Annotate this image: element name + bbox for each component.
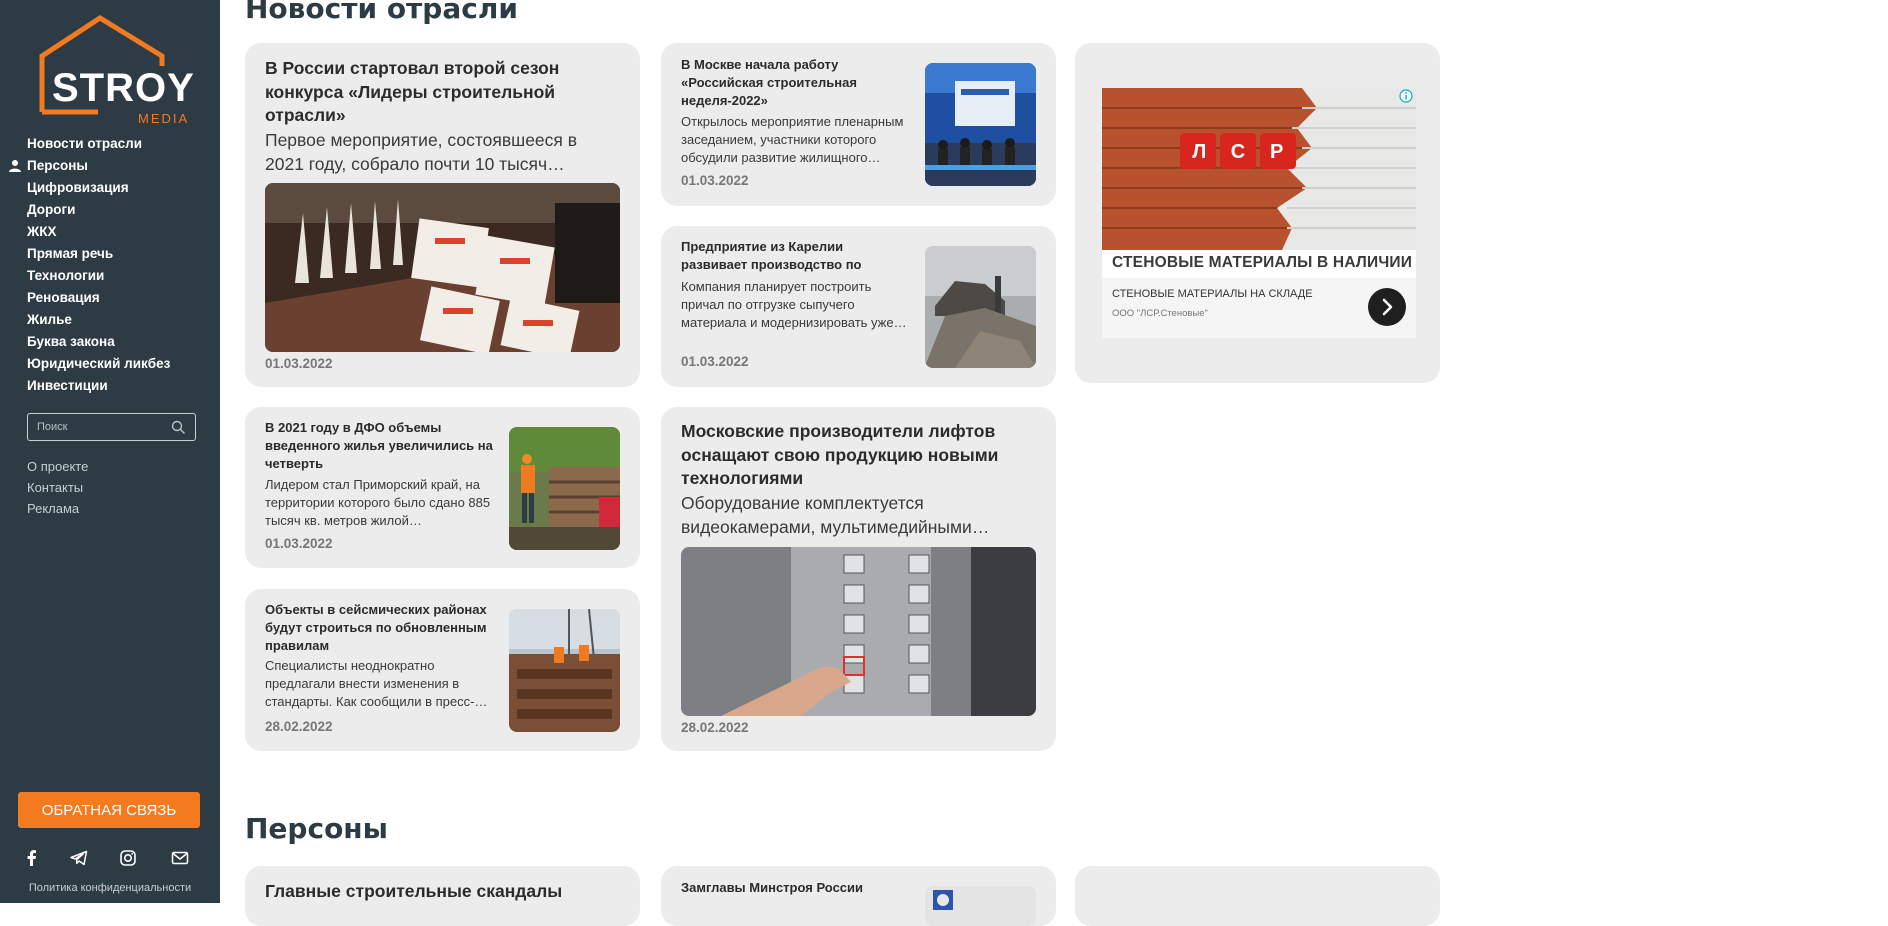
news-card[interactable]: В России стартовал второй сезон конкурса… bbox=[245, 43, 640, 387]
feedback-button[interactable]: ОБРАТНАЯ СВЯЗЬ bbox=[18, 792, 200, 828]
news-card-date: 28.02.2022 bbox=[265, 719, 333, 734]
ad-info-icon[interactable] bbox=[1399, 89, 1413, 103]
foundation-works-photo bbox=[509, 609, 620, 732]
logo-wordmark: STROY bbox=[52, 66, 195, 110]
nav-item-persons-label: Персоны bbox=[27, 158, 88, 173]
news-card-date: 28.02.2022 bbox=[681, 720, 749, 735]
news-card-image[interactable] bbox=[509, 427, 620, 550]
person-card-image[interactable] bbox=[925, 886, 1036, 926]
news-card-image[interactable] bbox=[509, 609, 620, 732]
ad-block: ЛСР СТЕНОВЫЕ МАТЕРИАЛЫ В НАЛИЧИИ СТЕНОВЫ… bbox=[1075, 43, 1440, 383]
news-card[interactable]: Объекты в сейсмических районах будут стр… bbox=[245, 589, 640, 751]
mail-icon[interactable] bbox=[170, 848, 190, 868]
elevator-panel-photo bbox=[681, 547, 1036, 716]
link-about[interactable]: О проекте bbox=[27, 456, 88, 477]
nav-item-housing-utilities[interactable]: ЖКХ bbox=[27, 221, 170, 243]
gravel-plant-photo bbox=[925, 246, 1036, 368]
nav-item-persons[interactable]: Персоны bbox=[9, 155, 170, 177]
news-card-image[interactable] bbox=[925, 246, 1036, 368]
news-card-date: 01.03.2022 bbox=[265, 536, 333, 551]
news-card-title[interactable]: Московские производители лифтов оснащают… bbox=[681, 420, 1036, 492]
main-nav: Новости отрасли Персоны Цифровизация Дор… bbox=[9, 133, 170, 397]
news-card[interactable]: В 2021 году в ДФО объемы введенного жиль… bbox=[245, 407, 640, 568]
news-card-lead: Открылось мероприятие пленарным заседани… bbox=[681, 114, 904, 165]
person-card-title[interactable]: Замглавы Минстроя России bbox=[681, 879, 911, 915]
news-card[interactable]: Московские производители лифтов оснащают… bbox=[661, 407, 1056, 751]
privacy-link[interactable]: Политика конфиденциальности bbox=[0, 882, 220, 894]
person-card[interactable]: Главные строительные скандалы России. bbox=[245, 866, 640, 926]
news-card-lead: Специалисты неоднократно предлагали внес… bbox=[265, 658, 488, 709]
instagram-icon[interactable] bbox=[118, 848, 138, 868]
news-card[interactable]: Предприятие из Карелии развивает произво… bbox=[661, 226, 1056, 387]
sidebar: STROY MEDIA Новости отрасли Персоны Цифр… bbox=[0, 0, 220, 903]
news-card-title[interactable]: Объекты в сейсмических районах будут стр… bbox=[265, 601, 495, 656]
news-card-date: 01.03.2022 bbox=[681, 354, 749, 369]
telegram-icon[interactable] bbox=[69, 848, 89, 868]
ad-advertiser: ООО "ЛСР.Стеновые" bbox=[1112, 308, 1208, 319]
ad-headline[interactable]: СТЕНОВЫЕ МАТЕРИАЛЫ В НАЛИЧИИ bbox=[1112, 254, 1412, 272]
news-card-title[interactable]: В Москве начала работу «Российская строи… bbox=[681, 56, 911, 111]
ad-banner[interactable]: ЛСР СТЕНОВЫЕ МАТЕРИАЛЫ В НАЛИЧИИ СТЕНОВЫ… bbox=[1102, 88, 1416, 338]
ad-text[interactable]: СТЕНОВЫЕ МАТЕРИАЛЫ НА СКЛАДЕ bbox=[1112, 288, 1313, 300]
link-advertising[interactable]: Реклама bbox=[27, 498, 88, 519]
news-card-image[interactable] bbox=[925, 63, 1036, 186]
news-card-image[interactable] bbox=[681, 547, 1036, 716]
facebook-icon[interactable] bbox=[22, 848, 42, 868]
news-card-lead: Лидером стал Приморский край, на террито… bbox=[265, 477, 491, 528]
ad-image: ЛСР bbox=[1102, 88, 1416, 250]
news-card-lead: Компания планирует построить причал по о… bbox=[681, 279, 907, 330]
person-card[interactable]: Замглавы Минстроя России bbox=[661, 866, 1056, 926]
section-title-persons: Персоны bbox=[245, 812, 388, 845]
person-card-title[interactable]: Главные строительные скандалы России. bbox=[265, 880, 625, 904]
search-box bbox=[27, 413, 196, 441]
section-title-news: Новости отрасли bbox=[245, 0, 518, 25]
nav-item-legal-basics[interactable]: Юридический ликбез bbox=[27, 353, 170, 375]
nav-item-roads[interactable]: Дороги bbox=[27, 199, 170, 221]
chevron-right-icon bbox=[1382, 298, 1393, 316]
news-card-date: 01.03.2022 bbox=[681, 173, 749, 188]
nav-item-housing[interactable]: Жилье bbox=[27, 309, 170, 331]
nav-item-direct-speech[interactable]: Прямая речь bbox=[27, 243, 170, 265]
news-card[interactable]: В Москве начала работу «Российская строи… bbox=[661, 43, 1056, 206]
search-icon[interactable] bbox=[171, 420, 186, 435]
person-photo bbox=[925, 886, 1036, 926]
secondary-links: О проекте Контакты Реклама bbox=[27, 456, 88, 519]
site-logo[interactable]: STROY MEDIA bbox=[38, 14, 194, 125]
award-ceremony-photo bbox=[265, 183, 620, 352]
nav-item-letter-of-law[interactable]: Буква закона bbox=[27, 331, 170, 353]
news-card-image[interactable] bbox=[265, 183, 620, 352]
news-card-title[interactable]: Предприятие из Карелии развивает произво… bbox=[681, 238, 911, 276]
news-card-title[interactable]: В России стартовал второй сезон конкурса… bbox=[265, 57, 620, 129]
person-card[interactable] bbox=[1075, 866, 1440, 926]
news-card-date: 01.03.2022 bbox=[265, 356, 333, 371]
nav-item-news[interactable]: Новости отрасли bbox=[27, 133, 170, 155]
logo-subtitle: MEDIA bbox=[138, 111, 190, 126]
news-card-lead: Оборудование комплектуется видеокамерами… bbox=[681, 493, 990, 537]
search-input[interactable] bbox=[28, 414, 168, 440]
news-card-title[interactable]: В 2021 году в ДФО объемы введенного жиль… bbox=[265, 419, 495, 474]
news-card-lead: Первое мероприятие, состоявшееся в 2021 … bbox=[265, 130, 578, 174]
conference-photo bbox=[925, 63, 1036, 186]
link-contacts[interactable]: Контакты bbox=[27, 477, 88, 498]
social-links bbox=[22, 848, 202, 868]
construction-worker-photo bbox=[509, 427, 620, 550]
nav-item-digitalization[interactable]: Цифровизация bbox=[27, 177, 170, 199]
person-icon bbox=[9, 160, 21, 172]
nav-item-technologies[interactable]: Технологии bbox=[27, 265, 170, 287]
ad-logo-text: ЛСР bbox=[1192, 141, 1284, 163]
brick-wall-image bbox=[1102, 88, 1416, 250]
nav-item-investments[interactable]: Инвестиции bbox=[27, 375, 170, 397]
ad-arrow-button[interactable] bbox=[1368, 288, 1406, 326]
nav-item-renovation[interactable]: Реновация bbox=[27, 287, 170, 309]
